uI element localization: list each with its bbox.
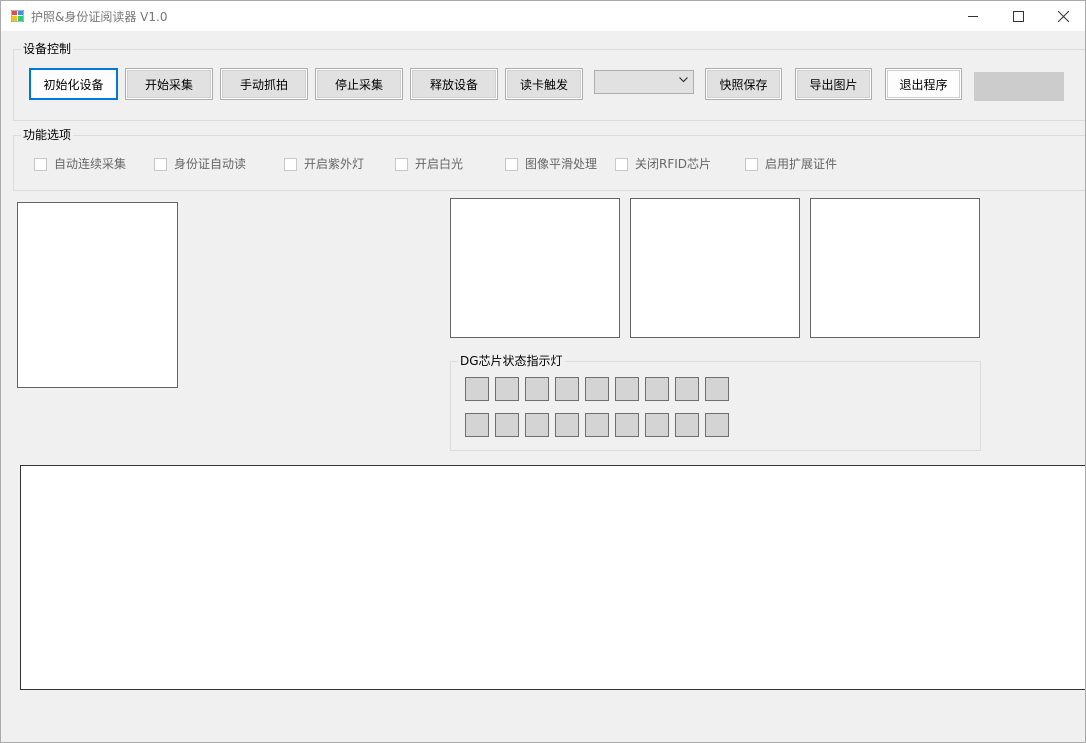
- dg-status-led: [585, 413, 609, 437]
- exit-program-button[interactable]: 退出程序: [885, 68, 962, 100]
- maximize-icon: [1012, 10, 1024, 22]
- checkbox-box[interactable]: [284, 158, 297, 171]
- checkbox-label: 开启紫外灯: [304, 157, 365, 171]
- id-card-auto-read-checkbox[interactable]: 身份证自动读: [154, 155, 246, 172]
- dg-status-led: [555, 377, 579, 401]
- checkbox-label: 身份证自动读: [174, 157, 247, 171]
- dg-status-led: [495, 413, 519, 437]
- minimize-button[interactable]: [950, 1, 996, 31]
- portrait-photo-box: [17, 202, 178, 388]
- close-icon: [1057, 10, 1069, 22]
- image-preview-box-1: [450, 198, 620, 338]
- manual-snap-button[interactable]: 手动抓拍: [220, 68, 308, 100]
- read-card-trigger-button[interactable]: 读卡触发: [505, 68, 583, 100]
- stop-capture-button[interactable]: 停止采集: [315, 68, 403, 100]
- dg-status-led: [675, 413, 699, 437]
- white-light-checkbox[interactable]: 开启白光: [395, 155, 463, 172]
- dg-status-led: [705, 377, 729, 401]
- progress-bar: [974, 72, 1064, 101]
- checkbox-box[interactable]: [154, 158, 167, 171]
- checkbox-box[interactable]: [745, 158, 758, 171]
- image-smoothing-checkbox[interactable]: 图像平滑处理: [505, 155, 597, 172]
- start-capture-button[interactable]: 开始采集: [125, 68, 213, 100]
- checkbox-box[interactable]: [615, 158, 628, 171]
- minimize-icon: [967, 15, 978, 17]
- dg-status-led: [555, 413, 579, 437]
- dg-status-led: [495, 377, 519, 401]
- dg-status-led: [585, 377, 609, 401]
- maximize-button[interactable]: [995, 1, 1041, 31]
- title-bar[interactable]: 护照&身份证阅读器 V1.0: [1, 1, 1085, 31]
- main-window: 护照&身份证阅读器 V1.0 设备控制 初始化设备 开始采集 手动抓拍 停止采集…: [0, 0, 1086, 743]
- dg-status-led: [615, 413, 639, 437]
- output-log-textarea[interactable]: [20, 465, 1085, 690]
- device-select-dropdown[interactable]: [594, 70, 694, 94]
- image-preview-box-2: [630, 198, 800, 338]
- release-device-button[interactable]: 释放设备: [410, 68, 498, 100]
- dg-status-led: [525, 377, 549, 401]
- uv-light-checkbox[interactable]: 开启紫外灯: [284, 155, 364, 172]
- dg-status-led: [645, 413, 669, 437]
- extended-documents-checkbox[interactable]: 启用扩展证件: [745, 155, 837, 172]
- checkbox-box[interactable]: [34, 158, 47, 171]
- disable-rfid-checkbox[interactable]: 关闭RFID芯片: [615, 155, 711, 172]
- window-title: 护照&身份证阅读器 V1.0: [31, 10, 168, 24]
- dg-status-led: [675, 377, 699, 401]
- image-preview-box-3: [810, 198, 980, 338]
- auto-continuous-capture-checkbox[interactable]: 自动连续采集: [34, 155, 126, 172]
- close-button[interactable]: [1040, 1, 1085, 31]
- dg-status-group: DG芯片状态指示灯: [450, 354, 981, 451]
- dg-status-led: [465, 413, 489, 437]
- app-icon: [11, 10, 24, 22]
- checkbox-label: 关闭RFID芯片: [635, 157, 712, 171]
- dg-status-led: [525, 413, 549, 437]
- options-title: 功能选项: [21, 128, 74, 142]
- dg-status-led: [465, 377, 489, 401]
- checkbox-box[interactable]: [505, 158, 518, 171]
- dg-status-led: [615, 377, 639, 401]
- init-device-button[interactable]: 初始化设备: [29, 68, 118, 100]
- checkbox-label: 开启白光: [415, 157, 464, 171]
- dg-status-led: [705, 413, 729, 437]
- device-control-title: 设备控制: [21, 42, 74, 56]
- dg-status-led: [645, 377, 669, 401]
- checkbox-label: 启用扩展证件: [765, 157, 838, 171]
- checkbox-box[interactable]: [395, 158, 408, 171]
- chevron-down-icon: [679, 77, 688, 83]
- dg-status-title: DG芯片状态指示灯: [458, 354, 565, 368]
- snapshot-save-button[interactable]: 快照保存: [705, 68, 782, 100]
- export-image-button[interactable]: 导出图片: [795, 68, 872, 100]
- checkbox-label: 图像平滑处理: [525, 157, 598, 171]
- checkbox-label: 自动连续采集: [54, 157, 127, 171]
